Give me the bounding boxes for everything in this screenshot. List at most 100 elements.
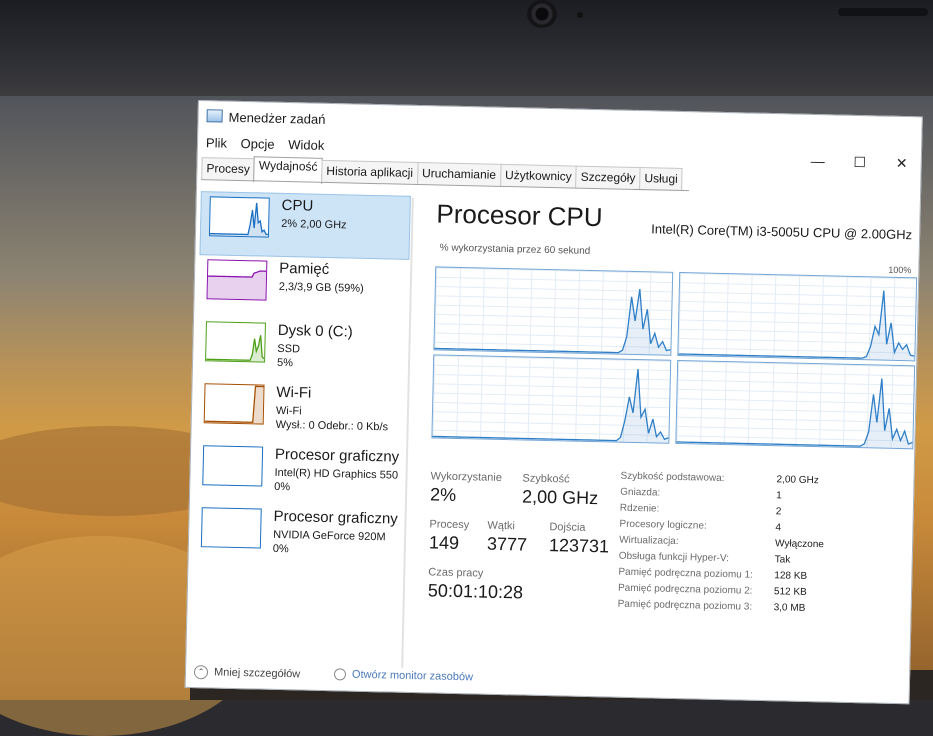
menu-file[interactable]: Plik	[206, 135, 227, 150]
sidebar-item-label: Pamięć	[279, 259, 330, 279]
cpu-core-usage-area	[434, 289, 671, 355]
cpu-thumbnail-graph	[208, 196, 270, 238]
spec-key: Gniazda:	[620, 486, 661, 499]
cpu-spec-list: Szybkość podstawowa: 2,00 GHz Gniazda: 1 R…	[617, 471, 910, 622]
cpu-core-usage-svg	[678, 290, 915, 361]
memory-thumbnail-graph	[206, 259, 268, 301]
uptime-label: Czas pracy	[428, 566, 484, 580]
tab-services[interactable]: Usługi	[639, 167, 684, 191]
sidebar-item-memory[interactable]: Pamięć 2,3/3,9 GB (59%)	[198, 255, 409, 322]
menu-view[interactable]: Widok	[288, 137, 324, 153]
spec-value: 4	[775, 522, 782, 534]
cpu-stats: Wykorzystanie 2% Szybkość 2,00 GHz Proce…	[427, 466, 909, 647]
speed-label: Szybkość	[522, 472, 570, 486]
gpu-thumbnail-graph	[202, 445, 264, 487]
sidebar-item-label: Procesor graficzny	[273, 507, 398, 528]
sidebar-item-wifi[interactable]: Wi-Fi Wi-Fi Wysł.: 0 Odebr.: 0 Kb/s	[195, 379, 406, 446]
speed-value: 2,00 GHz	[521, 486, 599, 509]
laptop-bezel	[0, 0, 933, 96]
spec-key: Pamięć podręczna poziomu 2:	[617, 582, 753, 597]
processes-label: Procesy	[429, 518, 470, 532]
utilization-value: 2%	[429, 484, 457, 505]
sidebar-item-label: Dysk 0 (C:)	[277, 321, 353, 341]
cpu-panel: Procesor CPU Intel(R) Core(TM) i3-5005U …	[428, 198, 918, 614]
cpu-core-graph[interactable]	[433, 266, 674, 356]
handles-label: Dojścia	[549, 521, 586, 534]
resource-monitor-label: Otwórz monitor zasobów	[351, 668, 474, 684]
thumbnail-usage-svg	[209, 202, 269, 237]
sidebar-item-label: Wi-Fi	[276, 383, 312, 402]
spec-key: Pamięć podręczna poziomu 1:	[618, 566, 754, 581]
less-details-label: Mniej szczegółów	[213, 666, 301, 681]
threads-value: 3777	[486, 533, 528, 555]
chevron-up-icon: ⌃	[193, 665, 209, 680]
sidebar-item-detail: SSD	[277, 342, 301, 356]
task-manager-window[interactable]: Menedżer zadań — ☐ ✕ Plik Opcje Widok Pr…	[184, 100, 923, 705]
tab-app-history[interactable]: Historia aplikacji	[321, 159, 419, 185]
cpu-core-usage-svg	[432, 368, 669, 443]
cpu-core-graph[interactable]	[675, 359, 916, 450]
cpu-core-graph[interactable]	[677, 271, 918, 362]
spec-key: Wirtualizacja:	[618, 534, 679, 548]
webcam-icon	[527, 0, 557, 28]
tab-startup[interactable]: Uruchamianie	[416, 161, 502, 186]
minimize-button[interactable]: —	[803, 153, 833, 170]
spec-key: Rdzenie:	[619, 502, 660, 515]
spec-key: Pamięć podręczna poziomu 3:	[617, 598, 753, 613]
sidebar-item-detail: Wi-Fi	[275, 404, 302, 418]
sidebar-item-detail: Wysł.: 0 Odebr.: 0 Kb/s	[275, 418, 389, 434]
spec-value: 3,0 MB	[773, 602, 806, 614]
sidebar-item-label: Procesor graficzny	[274, 445, 400, 466]
cpu-core-usage-svg	[676, 378, 913, 449]
close-button[interactable]: ✕	[887, 155, 917, 173]
sidebar-item-detail: Intel(R) HD Graphics 550	[274, 466, 399, 482]
less-details-button[interactable]: ⌃ Mniej szczegółów	[193, 665, 301, 681]
spec-value: Wyłączone	[774, 538, 825, 551]
tab-users[interactable]: Użytkownicy	[499, 163, 577, 188]
sidebar-item-cpu[interactable]: CPU 2% 2,00 GHz	[199, 191, 411, 260]
spec-value: 2	[775, 506, 782, 518]
gpu-thumbnail-graph	[200, 507, 262, 549]
sidebar-item-disk[interactable]: Dysk 0 (C:) SSD 5%	[197, 317, 408, 384]
cpu-model-name: Intel(R) Core(TM) i3-5005U CPU @ 2.00GHz	[651, 221, 913, 243]
sidebar-item-detail: NVIDIA GeForce 920M	[273, 528, 386, 544]
cpu-core-graph[interactable]	[431, 354, 672, 444]
spec-key: Szybkość podstawowa:	[620, 470, 725, 485]
menu-bar: Plik Opcje Widok	[206, 135, 335, 153]
thumbnail-usage-svg	[206, 335, 265, 362]
uptime-value: 50:01:10:28	[427, 580, 524, 603]
resource-sidebar: CPU 2% 2,00 GHz Pamięć 2,3/3,9 GB (59%) …	[192, 191, 411, 570]
spec-value: 512 KB	[773, 586, 807, 598]
menu-options[interactable]: Opcje	[240, 136, 274, 152]
wifi-thumbnail-graph	[203, 383, 265, 425]
maximize-button[interactable]: ☐	[845, 154, 875, 172]
tab-processes[interactable]: Procesy	[201, 157, 256, 181]
sidebar-item-detail: 0%	[274, 480, 291, 494]
sidebar-item-gpu-intel[interactable]: Procesor graficzny Intel(R) HD Graphics …	[194, 441, 405, 508]
tab-details[interactable]: Szczegóły	[575, 165, 641, 190]
webcam-led	[577, 12, 583, 18]
open-resource-monitor-link[interactable]: Otwórz monitor zasobów	[333, 668, 474, 684]
disk-thumbnail-graph	[205, 321, 266, 363]
task-manager-icon	[206, 109, 223, 123]
thumbnail-usage-area	[209, 202, 268, 237]
resource-monitor-icon	[333, 668, 347, 681]
thumbnail-usage-area	[207, 271, 267, 300]
graph-max-label: 100%	[888, 264, 912, 276]
speaker-grille	[838, 8, 928, 16]
spec-value: 2,00 GHz	[776, 474, 819, 487]
graph-caption: % wykorzystania przez 60 sekund	[439, 242, 591, 257]
sidebar-item-detail: 5%	[276, 356, 294, 370]
sidebar-item-detail: 2,3/3,9 GB (59%)	[278, 280, 364, 295]
threads-label: Wątki	[487, 519, 516, 533]
thumbnail-usage-svg	[204, 385, 264, 424]
sidebar-item-label: CPU	[281, 196, 314, 215]
spec-key: Procesory logiczne:	[619, 518, 707, 532]
handles-value: 123731	[548, 535, 610, 557]
sidebar-item-detail: 0%	[272, 542, 289, 556]
thumbnail-usage-svg	[207, 270, 267, 300]
sidebar-item-detail: 2% 2,00 GHz	[281, 217, 347, 232]
spec-key: Obsługa funkcji Hyper-V:	[618, 550, 730, 565]
sidebar-item-gpu-nvidia[interactable]: Procesor graficzny NVIDIA GeForce 920M 0…	[192, 503, 403, 570]
spec-value: Tak	[774, 554, 791, 566]
